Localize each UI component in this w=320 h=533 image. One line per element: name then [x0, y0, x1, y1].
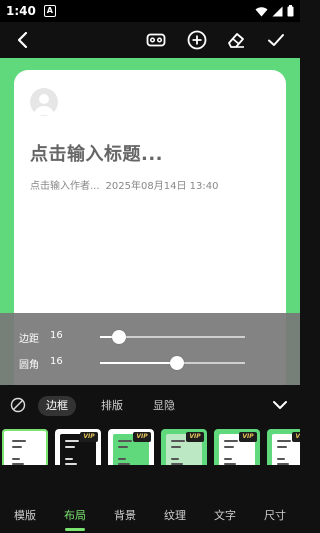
margin-slider-thumb[interactable] [111, 330, 126, 344]
chevron-down-icon[interactable] [271, 398, 289, 412]
card-date: 2025年08月14日 13:40 [105, 181, 219, 192]
status-icons [255, 5, 294, 17]
bottom-category-nav: 模版 布局 背景 纹理 文字 尺寸 [0, 499, 300, 533]
confirm-button[interactable] [262, 26, 290, 54]
nav-template[interactable]: 模版 [0, 507, 50, 523]
radius-value: 16 [50, 356, 63, 367]
margin-value: 16 [50, 330, 63, 341]
margin-slider[interactable] [100, 330, 245, 344]
user-icon [34, 94, 54, 115]
template-preview-line [224, 440, 238, 442]
author-input[interactable]: 点击输入作者... [30, 181, 100, 192]
template-preview-line [171, 440, 185, 442]
template-preview-line [118, 440, 132, 442]
template-preview-line [65, 446, 75, 448]
template-preview-line [65, 440, 79, 442]
template-preview-line [224, 446, 234, 448]
nav-texture[interactable]: 纹理 [150, 507, 200, 523]
layout-subtabs: 边框 排版 显隐 [0, 385, 300, 425]
card-meta: 点击输入作者... 2025年08月14日 13:40 [30, 177, 218, 192]
template-thumbnail[interactable] [2, 429, 48, 465]
signal-icon [272, 6, 283, 16]
battery-icon [287, 5, 294, 17]
template-preview-line [224, 458, 232, 460]
vip-badge: VIP [292, 432, 300, 442]
template-preview-line [65, 458, 73, 460]
template-preview-line [65, 463, 77, 465]
margin-label: 边距 [19, 334, 39, 345]
template-preview-line [277, 446, 287, 448]
eraser-icon [228, 33, 244, 48]
back-button[interactable] [8, 26, 36, 54]
radius-label: 圆角 [19, 360, 39, 371]
template-preview-line [277, 440, 291, 442]
template-thumbnail[interactable]: VIP [214, 429, 260, 465]
vip-badge: VIP [186, 432, 204, 442]
tab-border[interactable]: 边框 [38, 396, 76, 416]
template-preview-line [12, 446, 22, 448]
vr-preview-button[interactable] [142, 26, 170, 54]
add-button[interactable] [183, 26, 211, 54]
nav-size[interactable]: 尺寸 [250, 507, 300, 523]
template-preview-line [12, 463, 24, 465]
radius-slider-fill [100, 362, 177, 364]
vip-badge: VIP [133, 432, 151, 442]
avatar[interactable] [30, 88, 58, 116]
template-preview-line [171, 446, 181, 448]
notification-badge: A [43, 5, 56, 17]
template-preview-line [12, 458, 20, 460]
no-border-icon[interactable] [10, 397, 26, 413]
status-bar: 1:40 A [0, 0, 300, 22]
template-thumbnail[interactable]: VIP [55, 429, 101, 465]
wifi-icon [255, 6, 268, 16]
border-template-strip: VIP VIP VIP VIP VIP [0, 425, 300, 465]
template-preview-line [171, 458, 179, 460]
template-preview-line [118, 463, 130, 465]
vip-badge: VIP [80, 432, 98, 442]
template-thumbnail[interactable]: VIP [108, 429, 154, 465]
template-thumbnail[interactable]: VIP [161, 429, 207, 465]
template-preview-line [12, 440, 26, 442]
margin-slider-row: 边距 16 [0, 325, 300, 349]
check-icon [268, 34, 284, 46]
template-preview-line [171, 463, 183, 465]
tab-visibility[interactable]: 显隐 [145, 396, 183, 416]
vip-badge: VIP [239, 432, 257, 442]
radius-slider-row: 圆角 16 [0, 351, 300, 375]
add-circle-icon [187, 30, 207, 50]
vr-goggles-icon [146, 33, 166, 47]
nav-layout[interactable]: 布局 [50, 507, 100, 531]
template-preview-line [118, 446, 128, 448]
template-preview-line [118, 458, 126, 460]
template-preview-line [224, 463, 236, 465]
back-arrow-icon [17, 31, 28, 49]
status-time: 1:40 [6, 4, 36, 18]
nav-background[interactable]: 背景 [100, 507, 150, 523]
radius-slider-thumb[interactable] [169, 356, 184, 370]
template-preview [7, 434, 43, 465]
editor-toolbar [0, 22, 300, 58]
layout-slider-panel: 边距 16 圆角 16 [0, 313, 300, 385]
tab-typesetting[interactable]: 排版 [93, 396, 131, 416]
radius-slider[interactable] [100, 356, 245, 370]
template-thumbnail[interactable]: VIP [267, 429, 300, 465]
nav-text[interactable]: 文字 [200, 507, 250, 523]
eraser-button[interactable] [222, 26, 250, 54]
template-preview-line [277, 463, 289, 465]
title-input[interactable]: 点击输入标题... [30, 140, 163, 166]
template-preview-line [277, 458, 285, 460]
